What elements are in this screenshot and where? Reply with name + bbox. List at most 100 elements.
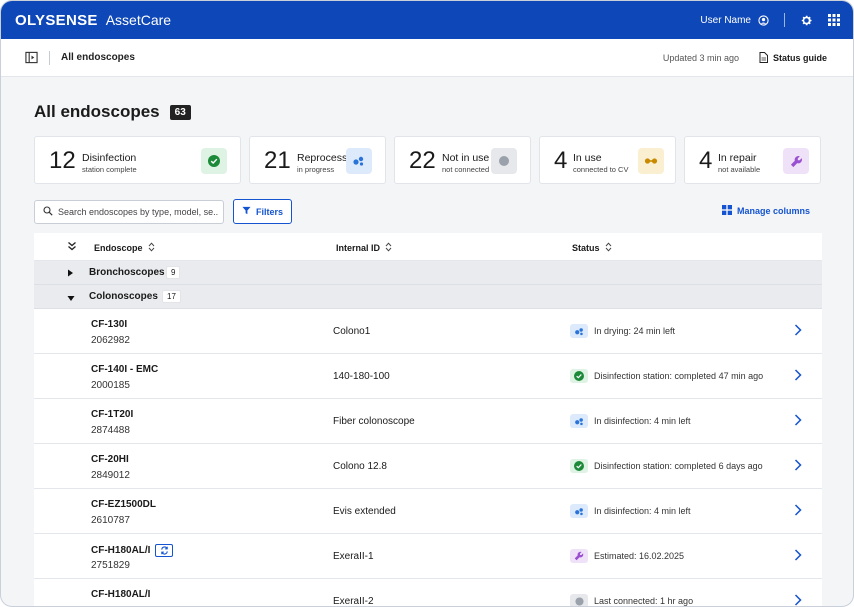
group-count-badge: 17 (162, 290, 181, 303)
table-body: CF-130I 2062982 Colono1 In drying: 24 mi… (34, 309, 822, 607)
search-box[interactable] (34, 200, 224, 224)
chevron-right-icon[interactable] (794, 459, 802, 474)
group-row-bronchoscopes[interactable]: Bronchoscopes 9 (34, 261, 822, 285)
link-icon (638, 148, 664, 174)
serial-number: 2751829 (91, 560, 130, 571)
chevron-right-icon[interactable] (794, 414, 802, 429)
serial-number: 2000185 (91, 380, 130, 391)
subheader-actions: Updated 3 min ago Status guide (663, 39, 827, 77)
card-count: 12 (49, 147, 76, 174)
table-row[interactable]: CF-H180AL/I ExeraII-2 Last connected: 1 … (34, 579, 822, 607)
sub-header: All endoscopes Updated 3 min ago Status … (1, 39, 853, 77)
manage-columns-label: Manage columns (736, 206, 810, 216)
endoscope-model: CF-1T20I (91, 409, 133, 420)
total-count-badge: 63 (169, 104, 191, 120)
filter-icon (242, 206, 251, 217)
model-label: CF-20HI (91, 454, 129, 465)
card-in-use[interactable]: 4 In use connected to CV (539, 136, 676, 184)
card-subtitle: station complete (82, 165, 137, 174)
card-title: In use (573, 152, 602, 164)
manage-columns-button[interactable]: Manage columns (721, 205, 810, 217)
chevron-right-icon[interactable] (794, 369, 802, 384)
filters-button[interactable]: Filters (233, 199, 292, 224)
status-text: In drying: 24 min left (594, 326, 676, 336)
app-name: AssetCare (105, 12, 172, 28)
status-cell: In disinfection: 4 min left (570, 504, 691, 518)
card-in-repair[interactable]: 4 In repair not available (684, 136, 821, 184)
table-row[interactable]: CF-20HI 2849012 Colono 12.8 Disinfection… (34, 444, 822, 489)
column-header-endoscope[interactable]: Endoscope (94, 242, 155, 254)
sort-icon (148, 242, 155, 254)
status-text: Disinfection station: completed 6 days a… (594, 461, 763, 471)
group-name: Colonoscopes (89, 291, 158, 302)
model-label: CF-EZ1500DL (91, 499, 157, 510)
check-circle-icon (570, 459, 588, 473)
model-label: CF-130I (91, 319, 128, 330)
status-cell: In drying: 24 min left (570, 324, 675, 338)
user-circle-icon (756, 13, 770, 27)
caret-down-icon[interactable] (67, 294, 75, 305)
column-header-internal-id[interactable]: Internal ID (336, 242, 392, 254)
columns-grid-icon (721, 205, 732, 217)
status-cell: Disinfection station: completed 47 min a… (570, 369, 763, 383)
bubbles-icon (346, 148, 372, 174)
summary-cards: 12 Disinfection station complete 21 Repr… (34, 136, 821, 184)
collapse-all-icon[interactable] (67, 241, 77, 251)
internal-id: ExeraII-1 (333, 551, 374, 562)
endoscope-model: CF-H180AL/I (91, 589, 150, 600)
user-name: User Name (700, 14, 751, 26)
table-header: Endoscope Internal ID Status (34, 233, 822, 261)
card-count: 4 (699, 147, 713, 174)
grey-dot-icon (491, 148, 517, 174)
endoscope-model: CF-20HI (91, 454, 129, 465)
table-row[interactable]: CF-1T20I 2874488 Fiber colonoscope In di… (34, 399, 822, 444)
status-text: Last connected: 1 hr ago (594, 596, 694, 606)
wrench-icon (570, 549, 588, 563)
model-label: CF-H180AL/I (91, 589, 151, 600)
check-circle-icon (201, 148, 227, 174)
user-menu[interactable]: User Name (700, 13, 770, 27)
internal-id: Fiber colonoscope (333, 416, 415, 427)
card-title: Disinfection (82, 152, 137, 164)
chevron-right-icon[interactable] (794, 594, 802, 606)
breadcrumb: All endoscopes (61, 52, 135, 63)
table-row[interactable]: CF-H180AL/I 2751829 ExeraII-1 Estimated:… (34, 534, 822, 579)
internal-id: Evis extended (333, 506, 396, 517)
model-label: CF-1T20I (91, 409, 134, 420)
group-row-colonoscopes[interactable]: Colonoscopes 17 (34, 285, 822, 309)
table-row[interactable]: CF-140I - EMC 2000185 140-180-100 Disinf… (34, 354, 822, 399)
table-row[interactable]: CF-130I 2062982 Colono1 In drying: 24 mi… (34, 309, 822, 354)
grey-dot-icon (570, 594, 588, 606)
internal-id: ExeraII-2 (333, 596, 374, 607)
breadcrumb-divider (49, 50, 50, 65)
bubbles-icon (570, 414, 588, 428)
app-window: OLYSENSE AssetCare User Name All endosco… (0, 0, 854, 607)
status-text: In disinfection: 4 min left (594, 506, 691, 516)
column-header-status[interactable]: Status (572, 242, 612, 254)
endoscope-model: CF-EZ1500DL (91, 499, 156, 510)
group-count-badge: 9 (166, 266, 181, 279)
card-count: 4 (554, 147, 568, 174)
status-guide-link[interactable]: Status guide (759, 51, 827, 65)
apps-grid-icon[interactable] (827, 13, 841, 27)
check-circle-icon (570, 369, 588, 383)
chevron-right-icon[interactable] (794, 549, 802, 564)
chevron-right-icon[interactable] (794, 324, 802, 339)
endoscope-table: Endoscope Internal ID Status Bronchoscop… (34, 233, 822, 607)
card-disinfection[interactable]: 12 Disinfection station complete (34, 136, 241, 184)
header-actions: User Name (700, 1, 841, 39)
gear-icon[interactable] (799, 13, 813, 27)
internal-id: Colono1 (333, 326, 371, 337)
document-icon (759, 51, 768, 65)
top-header: OLYSENSE AssetCare User Name (1, 1, 853, 39)
search-input[interactable] (58, 207, 218, 217)
status-cell: Disinfection station: completed 6 days a… (570, 459, 763, 473)
chevron-right-icon[interactable] (794, 504, 802, 519)
sidebar-toggle-icon[interactable] (25, 51, 39, 65)
card-reprocessing[interactable]: 21 Reprocessing in progress (249, 136, 386, 184)
card-not-in-use[interactable]: 22 Not in use not connected (394, 136, 531, 184)
card-count: 21 (264, 147, 291, 174)
table-row[interactable]: CF-EZ1500DL 2610787 Evis extended In dis… (34, 489, 822, 534)
serial-number: 2610787 (91, 515, 130, 526)
caret-right-icon[interactable] (67, 269, 74, 280)
